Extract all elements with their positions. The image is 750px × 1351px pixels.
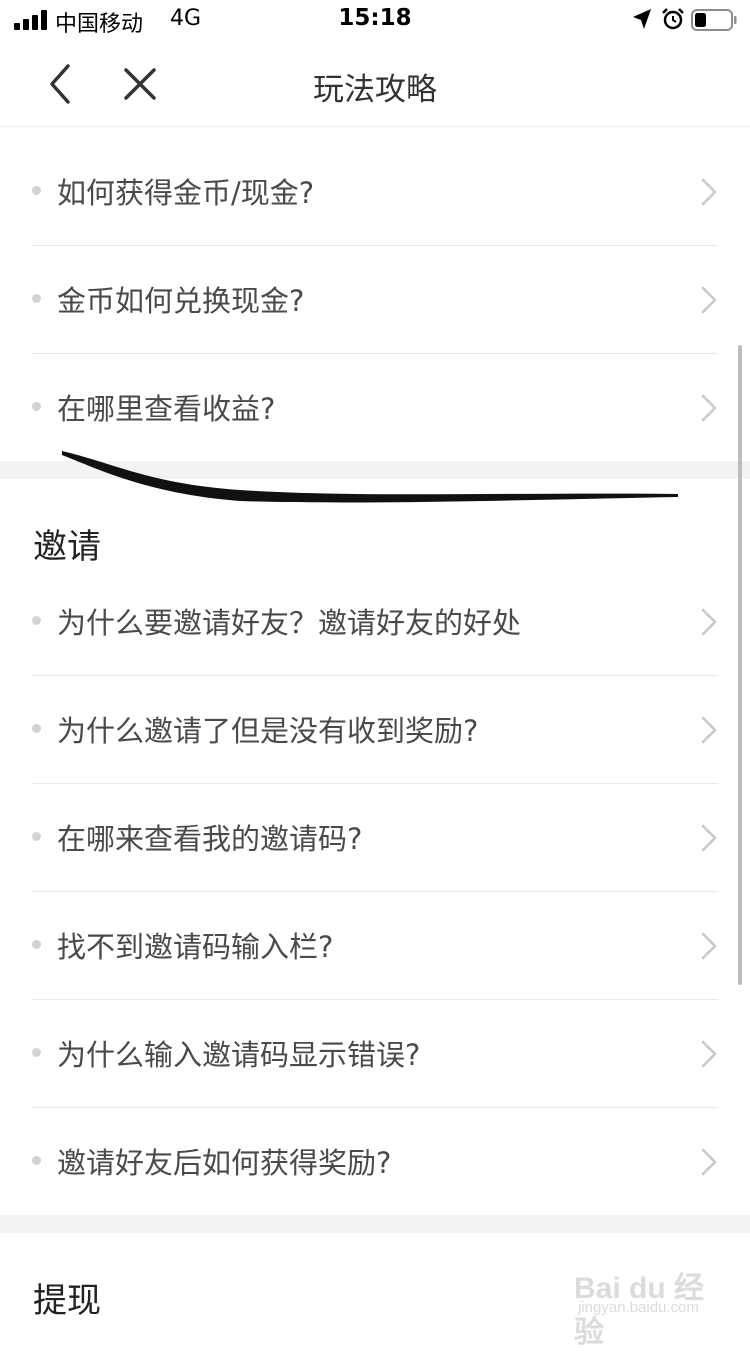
watermark-url: jingyan.baidu.com (578, 1299, 699, 1316)
bullet-dot (32, 724, 41, 733)
location-icon (633, 9, 651, 29)
chevron-right-icon (701, 716, 717, 744)
bullet-dot (32, 940, 41, 949)
status-bar: 中国移动 4G 15:18 (0, 0, 750, 40)
bullet-dot (32, 186, 41, 195)
list-item[interactable]: 如何获得金币/现金? (32, 137, 718, 246)
chevron-right-icon (701, 608, 717, 636)
chevron-right-icon (701, 1148, 717, 1176)
bullet-dot (32, 616, 41, 625)
list-item-label: 邀请好友后如何获得奖励? (57, 1146, 392, 1180)
list-item[interactable]: 为什么输入邀请码显示错误? (32, 999, 718, 1108)
chevron-right-icon (701, 394, 717, 422)
chevron-right-icon (701, 824, 717, 852)
bullet-dot (32, 1048, 41, 1057)
list-item[interactable]: 邀请好友后如何获得奖励? (32, 1107, 718, 1215)
list-item-label: 金币如何兑换现金? (57, 284, 305, 318)
chevron-right-icon (701, 1040, 717, 1068)
list-item-label: 在哪里查看收益? (57, 392, 276, 426)
bullet-dot (32, 402, 41, 411)
list-item[interactable]: 在哪里查看收益? (32, 353, 718, 461)
battery-icon (691, 9, 737, 31)
coins-list: 如何获得金币/现金? 金币如何兑换现金? 在哪里查看收益? (0, 137, 750, 459)
watermark-logo: Bai du 经验 jingyan.baidu.com (574, 1255, 714, 1349)
list-item-label: 在哪来查看我的邀请码? (57, 822, 363, 856)
list-item[interactable]: 在哪来查看我的邀请码? (32, 783, 718, 892)
list-item-label: 如何获得金币/现金? (57, 176, 315, 210)
list-item-label: 为什么邀请了但是没有收到奖励? (57, 714, 479, 748)
list-item-label: 为什么输入邀请码显示错误? (57, 1038, 421, 1072)
alarm-icon (662, 8, 684, 30)
list-item-label: 为什么要邀请好友？邀请好友的好处 (57, 606, 522, 640)
scrollbar[interactable] (738, 345, 742, 985)
invite-list: 为什么要邀请好友？邀请好友的好处 为什么邀请了但是没有收到奖励? 在哪来查看我的… (0, 567, 750, 1215)
section-title-withdraw: 提现 (33, 1281, 101, 1321)
list-item[interactable]: 找不到邀请码输入栏? (32, 891, 718, 1000)
section-separator (0, 461, 750, 479)
list-item[interactable]: 为什么要邀请好友？邀请好友的好处 (32, 567, 718, 676)
chevron-right-icon (701, 286, 717, 314)
section-title-invite: 邀请 (33, 527, 101, 567)
list-item[interactable]: 金币如何兑换现金? (32, 245, 718, 354)
list-item[interactable]: 为什么邀请了但是没有收到奖励? (32, 675, 718, 784)
bullet-dot (32, 1156, 41, 1165)
bullet-dot (32, 294, 41, 303)
nav-bar: 玩法攻略 (0, 40, 750, 127)
page-title: 玩法攻略 (313, 72, 437, 108)
bullet-dot (32, 832, 41, 841)
list-item-label: 找不到邀请码输入栏? (57, 930, 334, 964)
chevron-right-icon (701, 932, 717, 960)
section-separator (0, 1215, 750, 1233)
chevron-right-icon (701, 178, 717, 206)
